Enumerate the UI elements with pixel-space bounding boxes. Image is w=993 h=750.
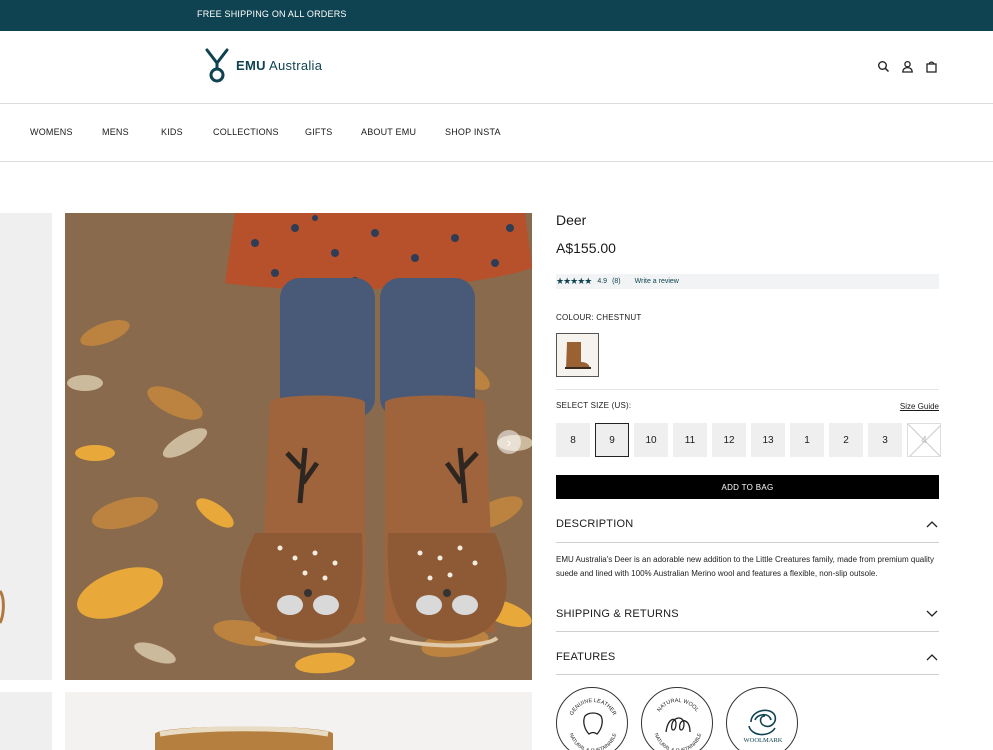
promo-banner: FREE SHIPPING ON ALL ORDERS xyxy=(0,0,993,31)
product-photo xyxy=(65,213,532,680)
svg-text:NATURAL & SUSTAINABLE: NATURAL & SUSTAINABLE xyxy=(568,732,619,750)
size-guide-link[interactable]: Size Guide xyxy=(900,402,939,411)
add-to-bag-button[interactable]: ADD TO BAG xyxy=(556,475,939,499)
account-icon[interactable] xyxy=(901,60,914,73)
size-option[interactable]: 11 xyxy=(673,423,707,457)
size-option[interactable]: 1 xyxy=(790,423,824,457)
description-text: EMU Australia's Deer is an adorable new … xyxy=(556,555,934,578)
boot-thumbnail-icon xyxy=(565,342,591,369)
nav-gifts[interactable]: GIFTS xyxy=(305,127,333,137)
natural-wool-badge-icon: NATURAL WOOL NATURAL & SUSTAINABLE xyxy=(641,687,713,750)
size-selector: 8 9 10 11 12 13 1 2 3 4 xyxy=(556,423,941,457)
size-option[interactable]: 13 xyxy=(751,423,785,457)
brand-logo[interactable]: EMU Australia xyxy=(203,47,322,83)
size-option[interactable]: 2 xyxy=(829,423,863,457)
size-option[interactable]: 3 xyxy=(868,423,902,457)
genuine-leather-badge-icon: GENUINE LEATHER NATURAL & SUSTAINABLE xyxy=(556,687,628,750)
colour-swatch-chestnut[interactable] xyxy=(556,333,599,377)
size-label: SELECT SIZE (US): xyxy=(556,401,632,410)
woolmark-text: WOOLMARK xyxy=(744,737,783,744)
badge-text: NATURAL WOOL xyxy=(656,698,699,713)
next-image-chevron-icon[interactable]: › xyxy=(497,430,521,454)
description-heading[interactable]: DESCRIPTION xyxy=(556,518,633,530)
product-main-image[interactable]: › xyxy=(65,213,532,680)
main-nav: WOMENS MENS KIDS COLLECTIONS GIFTS ABOUT… xyxy=(0,104,993,162)
size-option-unavailable[interactable]: 4 xyxy=(907,423,941,457)
size-option-label: 4 xyxy=(921,434,927,446)
product-photo-2 xyxy=(155,726,333,750)
gallery-thumbnail[interactable] xyxy=(0,692,52,750)
bag-icon[interactable] xyxy=(925,60,938,73)
product-title: Deer xyxy=(556,212,587,228)
chevron-down-icon[interactable] xyxy=(926,610,938,618)
review-count[interactable]: (8) xyxy=(612,278,621,285)
nav-collections[interactable]: COLLECTIONS xyxy=(213,127,279,137)
review-summary: ★★★★★ 4.9 (8) Write a review xyxy=(556,274,939,289)
features-heading[interactable]: FEATURES xyxy=(556,651,615,663)
nav-mens[interactable]: MENS xyxy=(102,127,129,137)
nav-kids[interactable]: KIDS xyxy=(161,127,183,137)
search-icon[interactable] xyxy=(877,60,890,73)
product-secondary-image[interactable] xyxy=(65,692,532,750)
divider xyxy=(556,631,939,632)
size-option-selected[interactable]: 9 xyxy=(595,423,629,457)
svg-text:GENUINE LEATHER: GENUINE LEATHER xyxy=(569,698,617,717)
badge-text: NATURAL & SUSTAINABLE xyxy=(653,732,704,750)
product-price: A$155.00 xyxy=(556,240,616,256)
previous-image-thumbnail[interactable] xyxy=(0,213,52,680)
woolmark-badge-icon: WOOLMARK xyxy=(726,687,798,750)
colour-label: COLOUR: CHESTNUT xyxy=(556,313,642,322)
svg-text:NATURAL WOOL: NATURAL WOOL xyxy=(656,698,699,713)
badge-text: GENUINE LEATHER xyxy=(569,698,617,717)
rating-value: 4.9 xyxy=(597,278,608,285)
feature-badges: GENUINE LEATHER NATURAL & SUSTAINABLE NA… xyxy=(556,687,798,750)
brand-name-rest: Australia xyxy=(265,57,323,73)
write-review-link[interactable]: Write a review xyxy=(635,278,679,285)
shipping-returns-heading[interactable]: SHIPPING & RETURNS xyxy=(556,608,679,620)
site-header: EMU Australia xyxy=(0,31,993,104)
size-option[interactable]: 8 xyxy=(556,423,590,457)
svg-text:NATURAL & SUSTAINABLE: NATURAL & SUSTAINABLE xyxy=(653,732,704,750)
chevron-up-icon[interactable] xyxy=(926,520,938,528)
divider xyxy=(556,389,939,390)
brand-wordmark: EMU Australia xyxy=(236,58,322,73)
brand-name-bold: EMU xyxy=(236,57,266,73)
nav-about-emu[interactable]: ABOUT EMU xyxy=(361,127,416,137)
promo-text: FREE SHIPPING ON ALL ORDERS xyxy=(197,9,347,19)
badge-text: NATURAL & SUSTAINABLE xyxy=(568,732,619,750)
chevron-up-icon[interactable] xyxy=(926,653,938,661)
header-icons xyxy=(877,60,938,73)
divider xyxy=(556,542,939,543)
size-option[interactable]: 10 xyxy=(634,423,668,457)
emu-logo-icon xyxy=(205,48,229,83)
divider xyxy=(556,674,939,675)
size-option[interactable]: 12 xyxy=(712,423,746,457)
nav-shop-insta[interactable]: SHOP INSTA xyxy=(445,127,501,137)
nav-womens[interactable]: WOMENS xyxy=(30,127,73,137)
rating-stars-icon: ★★★★★ xyxy=(556,276,592,286)
